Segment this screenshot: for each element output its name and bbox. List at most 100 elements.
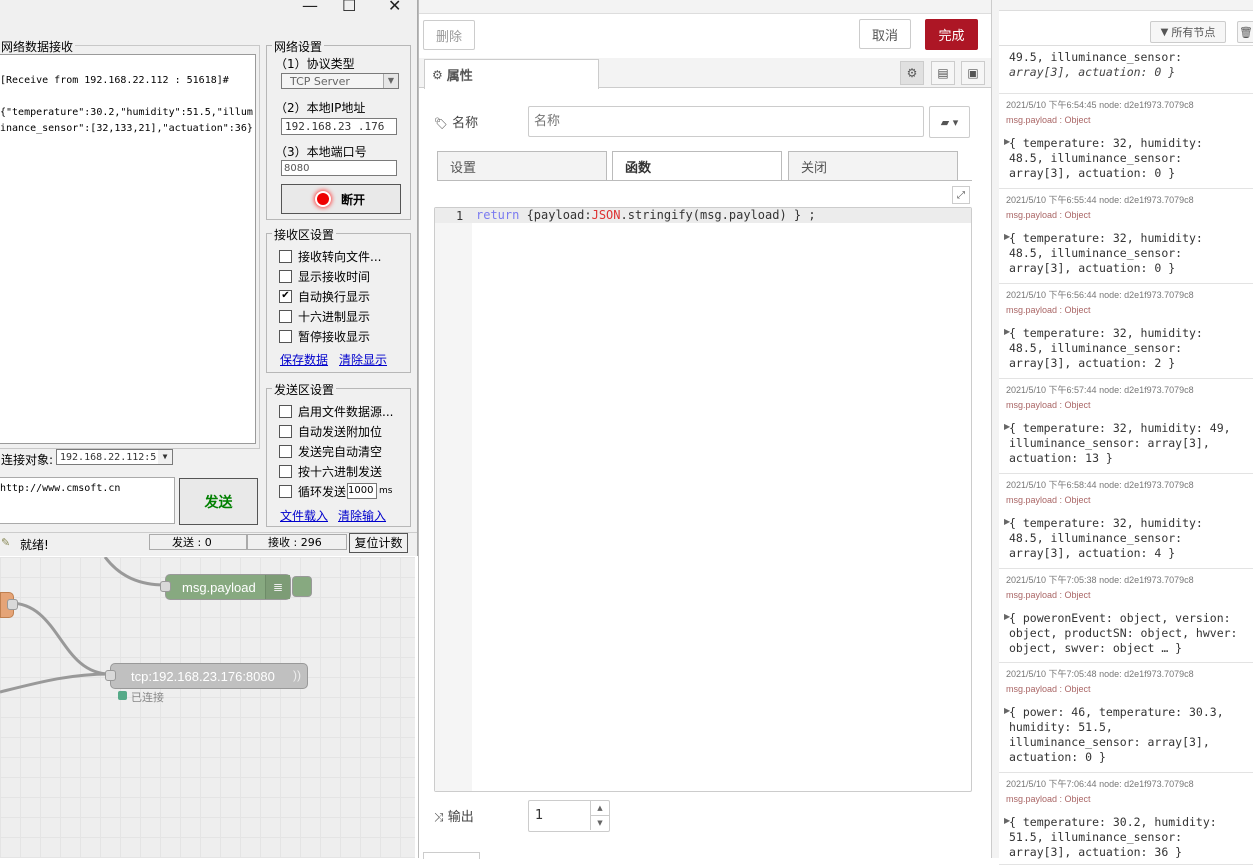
protocol-select[interactable]: TCP Server ▼ — [281, 73, 399, 89]
tab-function[interactable]: 函数 — [612, 151, 782, 181]
protocol-value: TCP Server — [290, 75, 350, 88]
receive-option[interactable]: 接收转向文件... — [279, 246, 381, 266]
checkbox[interactable] — [279, 249, 292, 263]
checkbox[interactable] — [279, 484, 292, 498]
send-option[interactable]: 启用文件数据源... — [279, 401, 393, 421]
function-node-output-port[interactable] — [7, 599, 18, 610]
tcp-out-node[interactable]: tcp:192.168.23.176:8080 )) — [110, 663, 308, 689]
debug-message[interactable]: 2021/5/10 下午6:55:44 node: d2e1f973.7079c… — [999, 188, 1253, 284]
gear-icon[interactable]: ⚙ — [900, 61, 924, 85]
line-gutter — [435, 208, 472, 791]
minimize-icon[interactable]: — — [302, 0, 318, 15]
status-text: 就绪! — [20, 538, 49, 552]
description-icon[interactable]: ▤ — [931, 61, 955, 85]
trash-icon[interactable]: 🗑 — [1237, 21, 1253, 43]
checkbox[interactable] — [279, 309, 292, 323]
debug-message[interactable]: 2021/5/10 下午7:05:48 node: d2e1f973.7079c… — [999, 662, 1253, 773]
send-option[interactable]: 自动发送附加位 — [279, 421, 393, 441]
local-ip-field[interactable]: 192.168.23 .176 — [281, 118, 397, 135]
done-button[interactable]: 完成 — [925, 19, 978, 50]
tcp-node-input-port[interactable] — [105, 670, 116, 681]
delete-button[interactable]: 删除 — [423, 20, 475, 50]
message-topic: msg.payload : Object — [1006, 684, 1091, 694]
reset-count-button[interactable]: 复位计数 — [349, 533, 408, 553]
payload-text[interactable]: { temperature: 32, humidity: 49, illumina… — [1009, 421, 1247, 466]
local-port-field[interactable]: 8080 — [281, 160, 397, 176]
list-icon: ≣ — [265, 575, 290, 599]
send-button[interactable]: 发送 — [179, 478, 258, 525]
payload-text[interactable]: { temperature: 32, humidity: 48.5, illumi… — [1009, 231, 1247, 276]
debug-message[interactable]: 2021/5/10 下午7:05:38 node: d2e1f973.7079c… — [999, 568, 1253, 663]
clear-display-link[interactable]: 清除显示 — [339, 351, 387, 368]
receive-textarea[interactable]: [Receive from 192.168.22.112 : 51618]# {… — [0, 54, 256, 444]
receive-line: [Receive from 192.168.22.112 : 51618]# — [0, 75, 229, 86]
checkbox[interactable] — [279, 329, 292, 343]
chevron-down-icon[interactable]: ▼ — [158, 450, 172, 464]
node-icon-button[interactable]: ▰ ▾ — [929, 106, 970, 138]
tcp-status-label: 已连接 — [131, 691, 164, 704]
receive-option[interactable]: 十六进制显示 — [279, 306, 381, 326]
receive-option[interactable]: 暂停接收显示 — [279, 326, 381, 346]
send-options-list: 启用文件数据源... 自动发送附加位 发送完自动清空 按十六进制发送 循环发送 … — [279, 401, 393, 501]
payload-text[interactable]: { temperature: 32, humidity: 48.5, illumi… — [1009, 136, 1247, 181]
protocol-label: （1）协议类型 — [275, 57, 355, 71]
close-icon[interactable]: ✕ — [388, 0, 401, 15]
tab-properties[interactable]: ⚙ 属性 — [424, 59, 599, 89]
receive-line — [0, 89, 255, 105]
checkbox[interactable] — [279, 464, 292, 478]
payload-text[interactable]: { temperature: 32, humidity: 48.5, illumi… — [1009, 516, 1247, 561]
loop-interval-field[interactable]: 1000 — [347, 483, 378, 499]
checkbox[interactable] — [279, 444, 292, 458]
code-editor[interactable]: 1 return {payload:JSON.stringify(msg.pay… — [434, 207, 972, 792]
send-textarea[interactable]: http://www.cmsoft.cn — [0, 477, 175, 524]
payload-text[interactable]: { power: 46, temperature: 30.3, humidity:… — [1009, 705, 1247, 765]
payload-line: actuation: 0 } — [1009, 750, 1106, 764]
target-label: 连接对象: — [1, 453, 54, 467]
debug-toggle-button[interactable] — [292, 576, 312, 597]
checkbox[interactable] — [279, 269, 292, 283]
spinner-down-icon[interactable]: ▼ — [590, 816, 609, 830]
checkbox-checked[interactable]: ✔ — [279, 289, 292, 303]
receive-option[interactable]: ✔ 自动换行显示 — [279, 286, 381, 306]
payload-text[interactable]: { temperature: 30.2, humidity: 51.5, illu… — [1009, 815, 1247, 860]
outputs-spinner[interactable]: 1 ▲ ▼ — [528, 800, 610, 832]
tab-close[interactable]: 关闭 — [788, 151, 958, 180]
debug-message[interactable]: 2021/5/10 下午6:58:44 node: d2e1f973.7079c… — [999, 473, 1253, 569]
debug-node[interactable]: msg.payload ≣ — [165, 574, 291, 600]
payload-text[interactable]: { temperature: 32, humidity: 48.5, illumi… — [1009, 326, 1247, 371]
send-option[interactable]: 按十六进制发送 — [279, 461, 393, 481]
payload-text[interactable]: { poweronEvent: object, version: object, … — [1009, 611, 1247, 656]
option-label: 暂停接收显示 — [298, 329, 371, 344]
cancel-button[interactable]: 取消 — [859, 19, 911, 49]
tab-setup[interactable]: 设置 — [437, 151, 607, 180]
target-select[interactable]: 192.168.22.112:5 ▼ — [56, 449, 173, 465]
flow-canvas[interactable]: msg.payload ≣ tcp:192.168.23.176:8080 ))… — [0, 557, 415, 858]
debug-message[interactable]: 2021/5/10 下午6:54:45 node: d2e1f973.7079c… — [999, 93, 1253, 189]
name-input[interactable] — [528, 106, 924, 137]
payload-line: actuation: 13 } — [1009, 451, 1113, 465]
payload-line: { temperature: 32, humidity: — [1009, 136, 1203, 150]
save-data-link[interactable]: 保存数据 — [280, 351, 328, 368]
debug-node-input-port[interactable] — [160, 581, 171, 592]
maximize-icon[interactable]: ☐ — [342, 0, 356, 15]
checkbox[interactable] — [279, 424, 292, 438]
clear-input-link[interactable]: 清除输入 — [338, 507, 386, 524]
debug-message[interactable]: 2021/5/10 下午6:56:44 node: d2e1f973.7079c… — [999, 283, 1253, 379]
checkbox[interactable] — [279, 404, 292, 418]
receive-option[interactable]: 显示接收时间 — [279, 266, 381, 286]
spinner-up-icon[interactable]: ▲ — [590, 801, 609, 816]
filter-nodes-button[interactable]: ▼ 所有节点 — [1150, 21, 1226, 43]
local-ip-label: （2）本地IP地址 — [275, 101, 366, 115]
debug-message[interactable]: 2021/5/10 下午6:57:44 node: d2e1f973.7079c… — [999, 378, 1253, 474]
outputs-label: 输出 — [447, 810, 474, 825]
loop-send-option[interactable]: 循环发送 1000 ms — [279, 481, 393, 501]
debug-message[interactable]: 2021/5/10 下午7:06:44 node: d2e1f973.7079c… — [999, 772, 1253, 865]
option-label: 十六进制显示 — [298, 309, 371, 324]
appearance-icon[interactable]: ▣ — [961, 61, 985, 85]
expand-icon[interactable]: ⤢ — [952, 186, 970, 204]
load-file-link[interactable]: 文件载入 — [280, 507, 328, 524]
disconnect-button[interactable]: 断开 — [281, 184, 401, 214]
payload-line: { temperature: 32, humidity: — [1009, 516, 1203, 530]
send-option[interactable]: 发送完自动清空 — [279, 441, 393, 461]
chevron-down-icon[interactable]: ▼ — [383, 74, 398, 88]
